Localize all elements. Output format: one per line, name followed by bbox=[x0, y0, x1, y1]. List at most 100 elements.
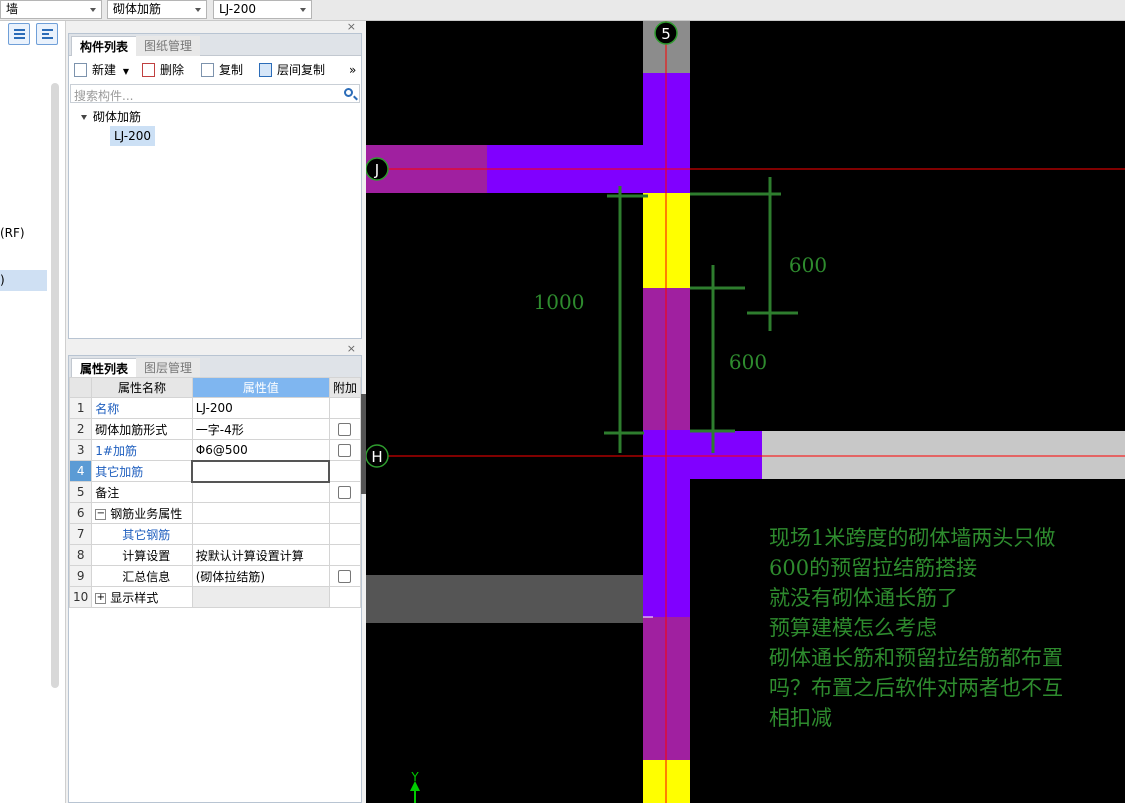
component-dropdown[interactable]: LJ-200 bbox=[213, 0, 312, 19]
dimension-1000[interactable] bbox=[604, 186, 648, 453]
copy-button[interactable]: 复制 bbox=[201, 62, 243, 78]
floor-copy-button-label: 层间复制 bbox=[277, 63, 326, 77]
copy-button-label: 复制 bbox=[219, 63, 244, 77]
table-row[interactable]: 8 计算设置 按默认计算设置计算 bbox=[68, 544, 362, 566]
table-row[interactable]: 5 备注 bbox=[68, 481, 362, 503]
extra-cell bbox=[328, 565, 362, 587]
list-view-button[interactable] bbox=[8, 23, 30, 45]
property-value[interactable] bbox=[191, 523, 330, 545]
property-table: 属性名称 属性值 附加 1 名称 LJ-200 2 砌体加筋形式 一字-4形 3… bbox=[68, 377, 362, 608]
dimension-text-1000: 1000 bbox=[534, 290, 585, 314]
new-file-icon bbox=[74, 63, 87, 77]
table-row[interactable]: 7 其它钢筋 bbox=[68, 523, 362, 545]
extra-checkbox[interactable] bbox=[338, 444, 352, 457]
extra-checkbox[interactable] bbox=[338, 423, 352, 436]
property-panel-tabs: 属性列表 图层管理 bbox=[69, 356, 361, 378]
property-value bbox=[191, 502, 330, 524]
expand-icon[interactable] bbox=[81, 115, 87, 120]
col-name-header: 属性名称 bbox=[91, 377, 193, 398]
tree-node-label: LJ-200 bbox=[114, 129, 152, 143]
delete-button[interactable]: 删除 bbox=[142, 62, 184, 78]
note-line: 预算建模怎么考虑 bbox=[769, 616, 937, 640]
chevron-down-icon bbox=[90, 8, 96, 12]
detail-view-button[interactable] bbox=[36, 23, 58, 45]
extra-cell bbox=[328, 523, 362, 545]
table-row[interactable]: 9 汇总信息 (砌体拉结筋) bbox=[68, 565, 362, 587]
property-value[interactable]: 按默认计算设置计算 bbox=[191, 544, 330, 566]
col-value-header: 属性值 bbox=[191, 377, 330, 398]
tab-property-list[interactable]: 属性列表 bbox=[71, 358, 138, 378]
note-line: 600的预留拉结筋搭接 bbox=[769, 556, 977, 580]
delete-icon bbox=[142, 63, 155, 77]
category-dropdown[interactable]: 砌体加筋 bbox=[107, 0, 207, 19]
property-group[interactable]: + 显示样式 bbox=[91, 586, 193, 608]
search-icon[interactable] bbox=[344, 88, 353, 97]
property-value[interactable]: (砌体拉结筋) bbox=[191, 565, 330, 587]
property-name: 其它加筋 bbox=[91, 460, 193, 482]
table-row[interactable]: 10 + 显示样式 bbox=[68, 586, 362, 608]
floor-copy-button[interactable]: 层间复制 bbox=[259, 62, 325, 78]
tree-node-label: 砌体加筋 bbox=[93, 110, 142, 124]
expand-icon[interactable]: + bbox=[95, 592, 107, 604]
property-value[interactable]: 一字-4形 bbox=[191, 418, 330, 440]
component-toolbar: 新建 ▼ 删除 复制 层间复制 » bbox=[69, 58, 361, 82]
table-row[interactable]: 6 − 钢筋业务属性 bbox=[68, 502, 362, 524]
element-type-dropdown[interactable]: 墙 bbox=[0, 0, 102, 19]
left-nav-scrollbar[interactable] bbox=[51, 83, 59, 688]
wall-segment-gray[interactable] bbox=[762, 431, 1125, 479]
extra-cell bbox=[328, 397, 362, 419]
property-value[interactable] bbox=[191, 481, 330, 503]
element-type-value: 墙 bbox=[6, 2, 19, 16]
tree-node-masonry-rebar[interactable]: 砌体加筋 bbox=[81, 108, 141, 125]
tab-drawing-management[interactable]: 图纸管理 bbox=[136, 36, 201, 56]
property-value[interactable]: Φ6@500 bbox=[191, 439, 330, 461]
note-line: 现场1米跨度的砌体墙两头只做 bbox=[769, 526, 1055, 550]
collapse-icon[interactable]: − bbox=[95, 508, 107, 520]
extra-checkbox[interactable] bbox=[338, 570, 352, 583]
drawing-canvas[interactable]: 5 J H 1000 600 600 现场1米跨度的砌体墙两头只做 600的预留… bbox=[366, 21, 1125, 803]
new-button[interactable]: 新建 ▼ bbox=[74, 62, 129, 78]
tab-layer-management[interactable]: 图层管理 bbox=[136, 358, 201, 378]
extra-cell bbox=[328, 418, 362, 440]
table-row[interactable]: 4 其它加筋 bbox=[68, 459, 362, 483]
nav-item-selected[interactable]: ) bbox=[0, 270, 47, 291]
new-button-label: 新建 bbox=[92, 63, 117, 77]
wall-segment-dark[interactable] bbox=[366, 575, 643, 623]
dimension-text-600-upper: 600 bbox=[789, 253, 827, 277]
note-line: 砌体通长筋和预留拉结筋都布置 bbox=[769, 646, 1063, 670]
search-placeholder: 搜索构件... bbox=[74, 89, 134, 103]
annotation-note: 现场1米跨度的砌体墙两头只做 600的预留拉结筋搭接 就没有砌体通长筋了 预算建… bbox=[769, 526, 1063, 730]
copy-icon bbox=[201, 63, 214, 77]
table-row[interactable]: 3 1#加筋 Φ6@500 bbox=[68, 439, 362, 461]
close-icon[interactable]: × bbox=[347, 20, 356, 33]
row-number: 7 bbox=[68, 523, 93, 545]
chevron-down-icon[interactable]: ▼ bbox=[123, 67, 129, 76]
tree-node-lj200[interactable]: LJ-200 bbox=[110, 126, 156, 146]
extra-cell bbox=[328, 460, 362, 482]
property-name: 显示样式 bbox=[110, 590, 159, 605]
table-row[interactable]: 1 名称 LJ-200 bbox=[68, 397, 362, 419]
tab-component-list[interactable]: 构件列表 bbox=[71, 36, 138, 56]
note-line: 相扣减 bbox=[769, 706, 832, 730]
close-icon[interactable]: × bbox=[347, 342, 356, 355]
dimension-600-upper[interactable] bbox=[690, 177, 798, 331]
more-button[interactable]: » bbox=[349, 62, 356, 78]
property-value[interactable]: LJ-200 bbox=[191, 397, 330, 419]
wall-segment-purple[interactable] bbox=[690, 431, 762, 479]
y-axis-label: Y bbox=[410, 770, 419, 784]
row-number-header bbox=[68, 377, 93, 398]
floor-copy-icon bbox=[259, 63, 272, 77]
component-search-input[interactable]: 搜索构件... bbox=[70, 84, 360, 103]
top-toolbar: 墙 砌体加筋 LJ-200 bbox=[0, 0, 1125, 21]
extra-checkbox[interactable] bbox=[338, 486, 352, 499]
nav-item-rf[interactable]: (RF) bbox=[0, 226, 25, 240]
note-line: 就没有砌体通长筋了 bbox=[769, 586, 958, 610]
property-name: 备注 bbox=[91, 481, 193, 503]
chevron-down-icon bbox=[300, 8, 306, 12]
col-extra-header: 附加 bbox=[328, 377, 362, 398]
row-number: 2 bbox=[68, 418, 93, 440]
property-name: 汇总信息 bbox=[91, 565, 193, 587]
property-group[interactable]: − 钢筋业务属性 bbox=[91, 502, 193, 524]
table-row[interactable]: 2 砌体加筋形式 一字-4形 bbox=[68, 418, 362, 440]
property-value-input[interactable] bbox=[191, 459, 331, 483]
